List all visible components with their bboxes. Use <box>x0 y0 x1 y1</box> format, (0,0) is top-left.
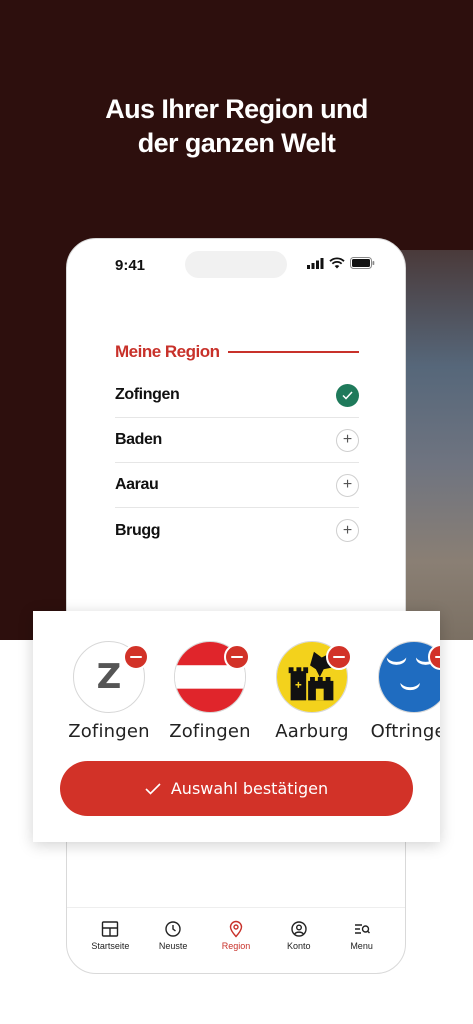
location-pin-icon <box>229 920 243 938</box>
chip-label: Zofingen <box>68 721 150 742</box>
signal-icon <box>307 257 324 269</box>
confirm-selection-button[interactable]: Auswahl bestätigen <box>60 761 413 816</box>
tab-label: Konto <box>287 941 311 951</box>
selected-region-chip[interactable]: Zofingen <box>169 641 251 742</box>
tab-konto[interactable]: Konto <box>270 908 328 973</box>
region-item-aarau[interactable]: Aarau + <box>115 463 359 508</box>
plus-icon[interactable]: + <box>336 428 359 452</box>
logo-monogram: Z <box>96 657 122 697</box>
tab-menu[interactable]: Menu <box>333 908 391 973</box>
region-item-label: Zofingen <box>115 386 180 403</box>
layout-icon <box>102 921 119 937</box>
tab-neuste[interactable]: Neuste <box>144 908 202 973</box>
wifi-icon <box>329 257 345 269</box>
headline-line-1: Aus Ihrer Region und <box>105 94 368 124</box>
region-section-title: Meine Region <box>115 342 220 361</box>
dynamic-island <box>185 251 287 278</box>
tab-region[interactable]: Region <box>207 908 265 973</box>
selected-regions-row[interactable]: Z Zofingen Zofingen Aarburg Oftring <box>68 641 440 751</box>
status-icons <box>307 257 375 269</box>
selected-region-chip[interactable]: Z Zofingen <box>68 641 150 742</box>
selected-region-chip[interactable]: Aarburg <box>272 641 352 742</box>
chip-label: Aarburg <box>275 721 349 742</box>
title-divider-line <box>227 351 359 353</box>
status-bar: 9:41 <box>67 239 405 289</box>
remove-icon[interactable] <box>224 644 250 670</box>
tab-bar: Startseite Neuste Region Konto Menu <box>67 907 405 973</box>
checkmark-icon <box>145 782 161 795</box>
region-item-zofingen[interactable]: Zofingen <box>115 373 359 418</box>
chip-label: Oftringen <box>370 721 440 742</box>
headline: Aus Ihrer Region und der ganzen Welt <box>0 92 473 160</box>
selection-card: Z Zofingen Zofingen Aarburg Oftring Ausw… <box>33 611 440 842</box>
headline-line-2: der ganzen Welt <box>137 128 336 158</box>
tab-label: Startseite <box>91 941 130 951</box>
battery-icon <box>350 257 375 269</box>
menu-search-icon <box>354 924 370 934</box>
region-item-brugg[interactable]: Brugg + <box>115 508 359 553</box>
tab-label: Menu <box>350 941 373 951</box>
tab-label: Region <box>221 941 251 951</box>
phone-mockup: 9:41 Meine Region Zofingen Baden + Aarau… <box>66 238 406 974</box>
region-item-label: Brugg <box>115 521 161 539</box>
tab-startseite[interactable]: Startseite <box>81 908 139 973</box>
remove-icon[interactable] <box>123 644 149 670</box>
clock-icon <box>165 921 181 937</box>
checkmark-icon[interactable] <box>336 383 359 407</box>
status-time: 9:41 <box>115 257 146 274</box>
region-item-label: Aarau <box>115 476 159 493</box>
region-list: Zofingen Baden + Aarau + Brugg + <box>115 373 359 553</box>
region-item-label: Baden <box>115 431 162 448</box>
region-item-baden[interactable]: Baden + <box>115 418 359 463</box>
plus-icon[interactable]: + <box>336 473 359 497</box>
tab-label: Neuste <box>158 941 188 951</box>
user-icon <box>291 921 307 937</box>
confirm-button-label: Auswahl bestätigen <box>170 779 329 798</box>
remove-icon[interactable] <box>326 644 352 670</box>
selected-region-chip[interactable]: Oftringen <box>371 641 440 742</box>
plus-icon[interactable]: + <box>336 519 359 542</box>
region-title-row: Meine Region <box>115 342 359 362</box>
chip-label: Zofingen <box>169 721 251 742</box>
